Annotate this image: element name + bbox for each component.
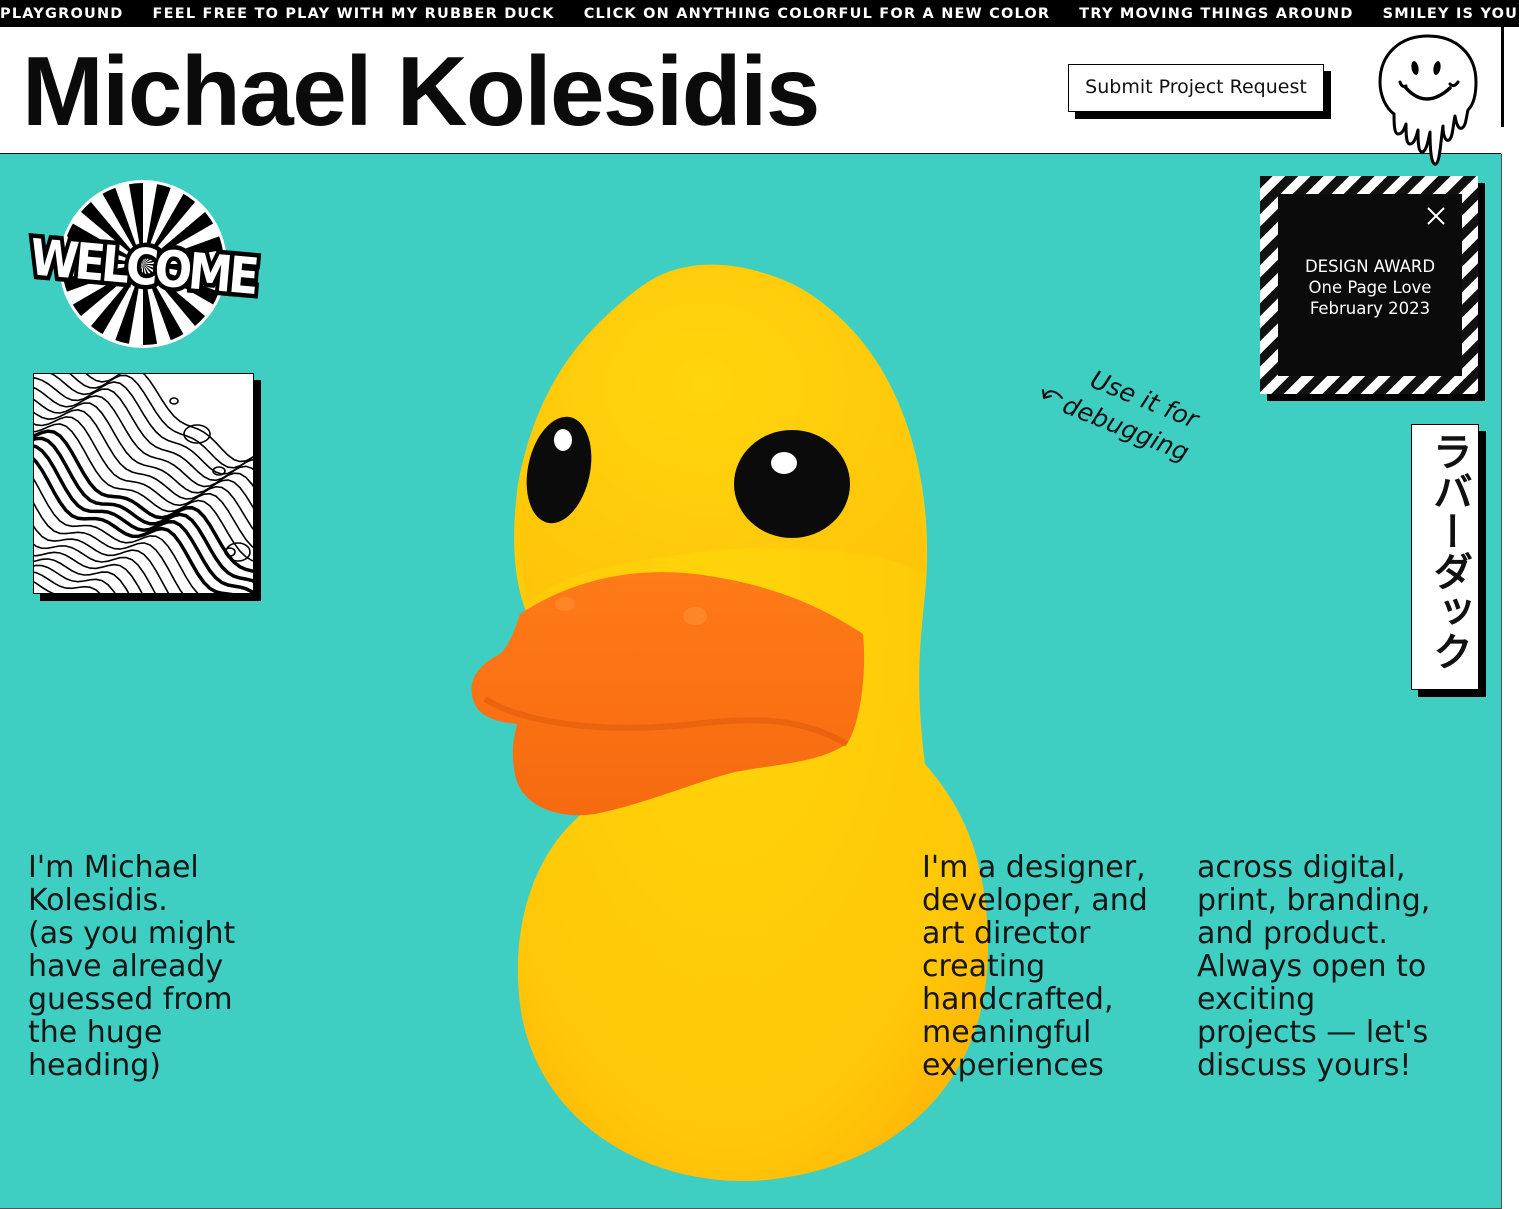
intro-left: I'm Michael Kolesidis. (as you might hav… — [28, 851, 308, 1082]
intro-line: exciting — [1197, 982, 1316, 1017]
ticker-item: TRY MOVING THINGS AROUND — [1079, 6, 1354, 22]
topographic-sticker[interactable] — [33, 373, 254, 594]
ticker-item: PLAYGROUND — [0, 6, 124, 22]
intro-line: meaningful — [922, 1015, 1092, 1050]
site-header: Michael Kolesidis Submit Project Request — [0, 27, 1501, 154]
curved-arrow-icon — [1042, 389, 1063, 399]
design-award-badge[interactable]: DESIGN AWARD One Page Love February 2023 — [1260, 176, 1478, 394]
award-date: February 2023 — [1309, 299, 1431, 318]
intro-line: I'm Michael — [28, 850, 199, 885]
intro-line: and product. — [1197, 916, 1388, 951]
submit-project-request-button[interactable]: Submit Project Request — [1068, 64, 1324, 112]
intro-line: have already — [28, 949, 224, 984]
welcome-sticker[interactable]: WELCOME — [26, 180, 262, 350]
intro-line: experiences — [922, 1048, 1104, 1083]
award-panel: DESIGN AWARD One Page Love February 2023 — [1278, 194, 1462, 376]
contour-line — [69, 374, 253, 469]
contour-line — [85, 374, 253, 463]
intro-right: across digital, print, branding, and pro… — [1197, 851, 1487, 1082]
contour-line — [50, 374, 253, 475]
intro-line: art director — [922, 916, 1091, 951]
intro-line: print, branding, — [1197, 883, 1431, 918]
topographic-pattern — [34, 374, 253, 593]
marquee-ticker: PLAYGROUND FEEL FREE TO PLAY WITH MY RUB… — [0, 0, 1519, 27]
intro-line: developer, and — [922, 883, 1148, 918]
smiley-icon[interactable] — [1376, 30, 1480, 170]
intro-line: guessed from — [28, 982, 233, 1017]
japanese-tag[interactable]: ラバーダック — [1411, 424, 1479, 690]
japanese-tag-text: ラバーダック — [1426, 431, 1472, 671]
ticker-item: FEEL FREE TO PLAY WITH MY RUBBER DUCK — [152, 6, 555, 22]
intro-line: I'm a designer, — [922, 850, 1146, 885]
intro-line: across digital, — [1197, 850, 1406, 885]
intro-line: Kolesidis. — [28, 883, 168, 918]
page-title: Michael Kolesidis — [22, 36, 820, 146]
intro-line: (as you might — [28, 916, 236, 951]
intro-line: creating — [922, 949, 1046, 984]
playground-stage[interactable]: WELCOME Use it for debugging DESIGN AWAR… — [0, 154, 1502, 1209]
intro-line: projects — let's — [1197, 1015, 1429, 1050]
close-icon[interactable] — [1424, 204, 1448, 228]
ticker-item: SMILEY IS YOUR FR — [1382, 6, 1519, 22]
intro-line: handcrafted, — [922, 982, 1114, 1017]
award-source: One Page Love — [1308, 278, 1432, 297]
debug-note: Use it for debugging — [1042, 365, 1204, 467]
header-edge-bar — [1501, 27, 1504, 127]
ticker-item: CLICK ON ANYTHING COLORFUL FOR A NEW COL… — [583, 6, 1051, 22]
intro-line: Always open to — [1197, 949, 1427, 984]
welcome-text: WELCOME — [28, 228, 259, 306]
ticker-track: PLAYGROUND FEEL FREE TO PLAY WITH MY RUB… — [0, 6, 1519, 22]
intro-line: discuss yours! — [1197, 1048, 1412, 1083]
intro-line: heading) — [28, 1048, 161, 1083]
intro-middle: I'm a designer, developer, and art direc… — [922, 851, 1192, 1082]
award-text: DESIGN AWARD One Page Love February 2023 — [1278, 256, 1462, 319]
intro-line: the huge — [28, 1015, 163, 1050]
award-title: DESIGN AWARD — [1304, 257, 1436, 276]
